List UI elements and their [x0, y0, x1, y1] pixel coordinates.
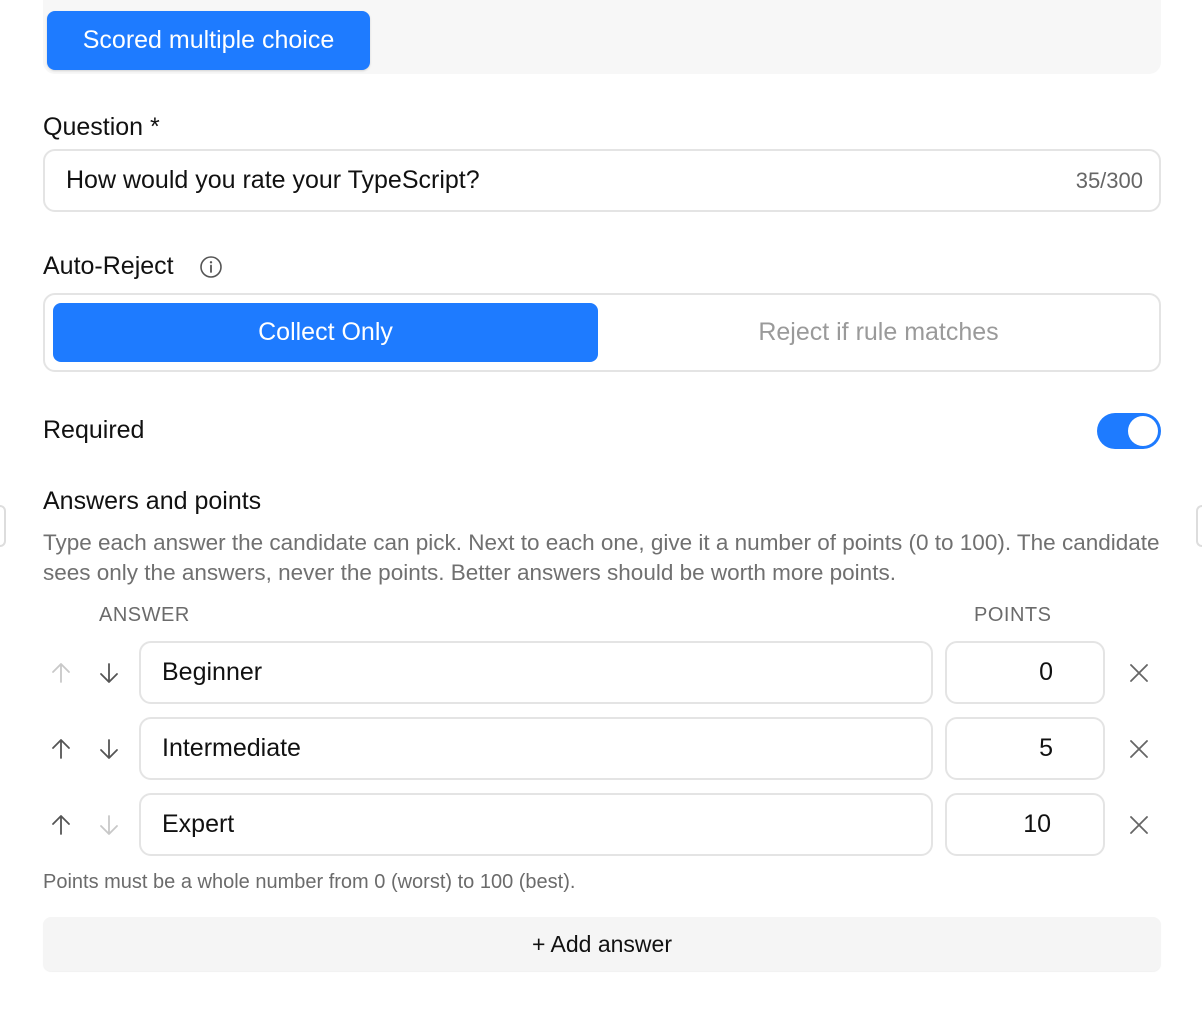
toggle-knob [1128, 416, 1158, 446]
info-icon[interactable] [199, 255, 223, 279]
answer-column-header: ANSWER [99, 604, 190, 626]
move-down-arrow-icon[interactable] [96, 660, 122, 686]
remove-answer-close-icon[interactable] [1126, 736, 1152, 762]
answers-description: Type each answer the candidate can pick.… [43, 530, 1160, 585]
right-edge-handle[interactable] [1196, 505, 1202, 547]
move-down-arrow-icon[interactable] [96, 812, 122, 838]
points-input[interactable]: 0 [945, 641, 1105, 704]
left-edge-handle[interactable] [0, 505, 6, 547]
reject-if-rule-matches-option[interactable]: Reject if rule matches [606, 303, 1151, 362]
question-label: Question * [43, 113, 160, 141]
points-column-header: POINTS [974, 604, 1052, 626]
move-up-arrow-icon[interactable] [48, 812, 74, 838]
question-input[interactable]: How would you rate your TypeScript? 35/3… [43, 149, 1161, 212]
required-toggle[interactable] [1097, 413, 1161, 449]
points-input[interactable]: 5 [945, 717, 1105, 780]
move-up-arrow-icon[interactable] [48, 736, 74, 762]
question-char-counter: 35/300 [1075, 167, 1143, 193]
answers-title: Answers and points [43, 487, 262, 515]
required-label: Required [43, 416, 145, 444]
remove-answer-close-icon[interactable] [1126, 660, 1152, 686]
add-answer-button[interactable]: + Add answer [43, 917, 1161, 971]
move-up-arrow-icon[interactable] [48, 660, 74, 686]
type-scored-multiple-choice-button[interactable]: Scored multiple choice [47, 11, 370, 70]
answer-input[interactable]: Intermediate [139, 717, 933, 780]
auto-reject-label: Auto-Reject [43, 252, 174, 280]
collect-only-option[interactable]: Collect Only [53, 303, 598, 362]
question-input-value[interactable]: How would you rate your TypeScript? [66, 166, 1076, 195]
answer-input[interactable]: Expert [139, 793, 933, 856]
auto-reject-segmented-control: Collect Only Reject if rule matches [43, 293, 1161, 372]
points-hint: Points must be a whole number from 0 (wo… [43, 871, 576, 893]
question-editor: Scored multiple choice Question * How wo… [0, 0, 1202, 1010]
move-down-arrow-icon[interactable] [96, 736, 122, 762]
answer-input[interactable]: Beginner [139, 641, 933, 704]
points-input[interactable]: 10 [945, 793, 1105, 856]
remove-answer-close-icon[interactable] [1126, 812, 1152, 838]
